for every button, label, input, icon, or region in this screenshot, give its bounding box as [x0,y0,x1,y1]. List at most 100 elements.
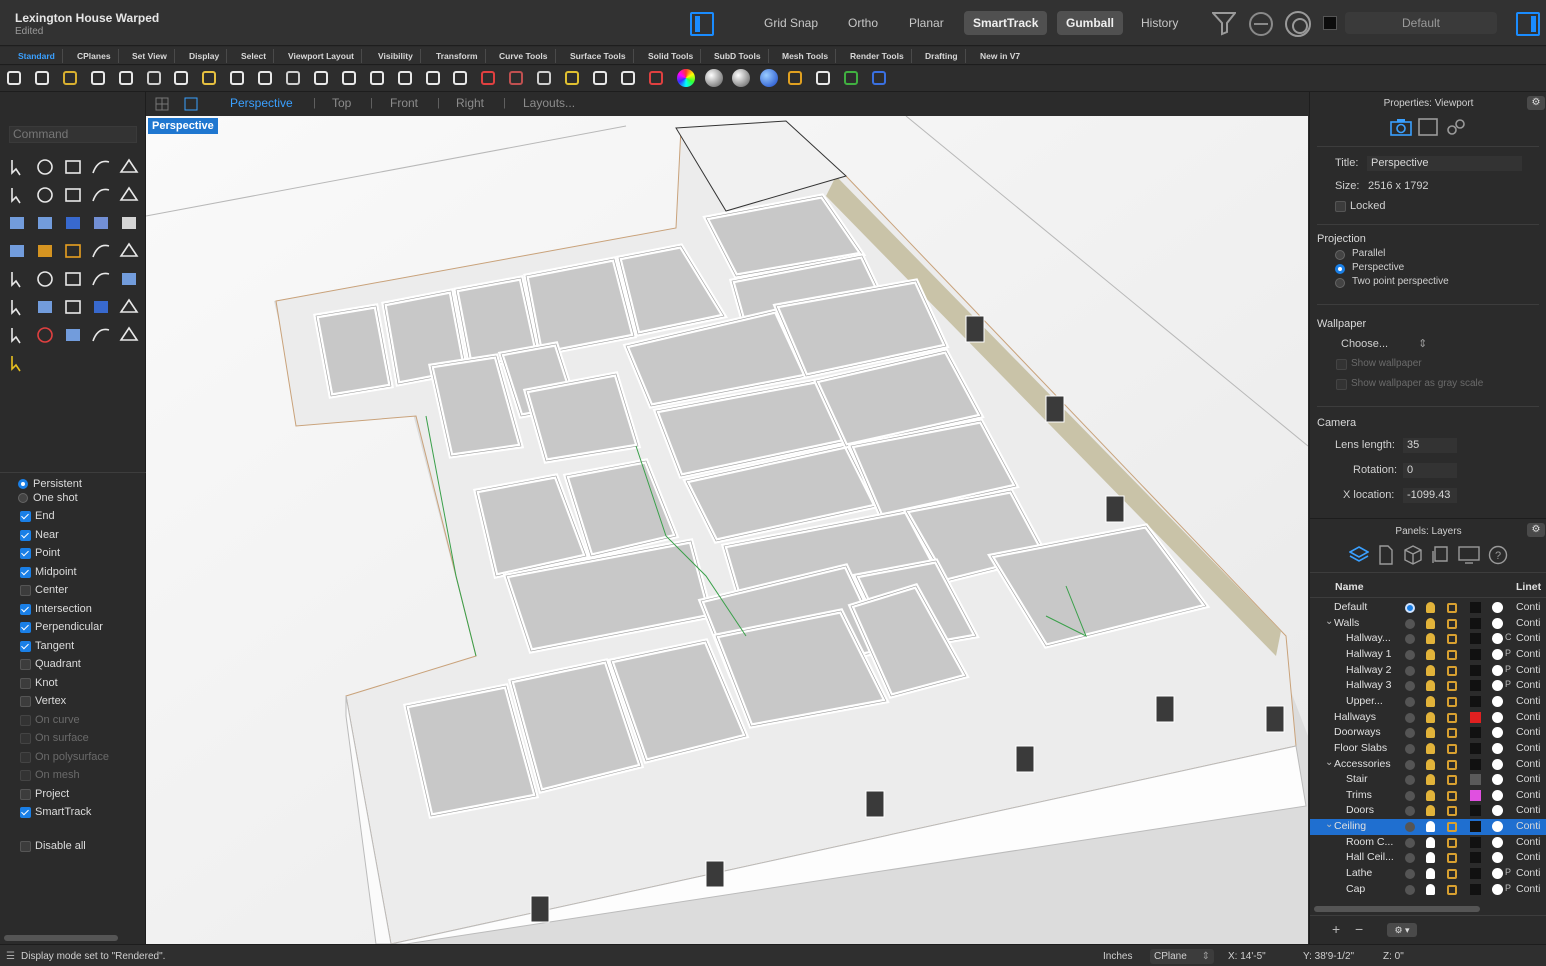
flag-icon[interactable] [788,71,803,85]
tab-transform[interactable]: Transform [429,49,486,63]
left-sidebar-toggle-icon[interactable] [690,12,714,36]
globe-icon[interactable] [844,71,858,85]
wallpaper-choose-select[interactable]: Choose... ⇕ [1341,337,1427,350]
tab-select[interactable]: Select [234,49,275,63]
layer-row[interactable]: Floor Slabs Conti [1310,741,1546,757]
material-swatch[interactable] [1492,774,1503,786]
layer-row[interactable]: Stair Conti [1310,772,1546,788]
layer-row[interactable]: Lathe P Conti [1310,866,1546,882]
viewport-frame-icon[interactable] [1418,118,1438,136]
material-swatch[interactable] [1492,602,1503,613]
zoom-selected-icon[interactable] [397,71,412,85]
current-layer-indicator-icon[interactable] [1405,712,1415,723]
material-swatch[interactable] [1492,648,1503,660]
tab-visibility[interactable]: Visibility [371,49,421,63]
lightbulb-icon[interactable] [1426,633,1435,645]
viewport-tab-top[interactable]: Top [332,96,351,110]
current-layer-indicator-icon[interactable] [1405,806,1415,817]
help-icon[interactable] [871,71,886,85]
mesh-icon[interactable] [34,324,56,346]
layer-color-swatch[interactable] [1470,633,1481,645]
material-swatch[interactable] [1492,821,1503,833]
layer-color-swatch[interactable] [1470,617,1481,629]
lock-icon[interactable] [1447,806,1457,817]
layer-row[interactable]: Hallway 1 P Conti [1310,647,1546,663]
tab-cplanes[interactable]: CPlanes [70,49,119,63]
sphere-icon[interactable] [90,212,112,234]
lens-length-field[interactable]: 35 [1403,438,1457,453]
explode-icon[interactable] [34,240,56,262]
lightbulb-icon[interactable] [1426,617,1435,629]
rotation-field[interactable]: 0 [1403,463,1457,478]
join-icon[interactable] [118,240,140,262]
layer-row[interactable]: Hall Ceil... Conti [1310,850,1546,866]
dimension-icon[interactable] [816,71,831,85]
material-swatch[interactable] [1492,727,1503,739]
material-swatch[interactable] [1492,789,1503,801]
lock-icon[interactable] [1447,603,1457,613]
osnap-one-shot-radio[interactable]: One shot [18,490,78,506]
orient-icon[interactable] [62,296,84,318]
layer-row[interactable]: Doorways Conti [1310,725,1546,741]
layer-color-swatch[interactable] [1470,821,1481,833]
point-icon[interactable] [34,156,56,178]
analyze-icon[interactable] [118,324,140,346]
current-layer-indicator-icon[interactable] [1405,743,1415,754]
lightbulb-icon[interactable] [1426,868,1435,880]
lightbulb-icon[interactable] [1426,821,1435,833]
current-layer-indicator-icon[interactable] [1405,665,1415,676]
select-icon[interactable] [6,156,28,178]
cut-icon[interactable] [146,71,161,85]
single-viewport-icon[interactable] [184,97,198,111]
display-icon[interactable] [1458,545,1480,565]
cplane-select[interactable]: CPlane ⇕ [1150,949,1214,964]
tab-surface-tools[interactable]: Surface Tools [563,49,634,63]
current-layer-indicator-icon[interactable] [1405,681,1415,692]
current-layer-indicator-icon[interactable] [1405,728,1415,739]
lightbulb-icon[interactable] [1426,742,1435,754]
layer-row[interactable]: Hallways Conti [1310,710,1546,726]
cube-icon[interactable] [90,296,112,318]
material-swatch[interactable] [1492,711,1503,723]
gumball-button[interactable]: Gumball [1057,11,1124,35]
projection-two-point-radio[interactable]: Two point perspective [1335,276,1449,288]
osnap-end-checkbox[interactable]: End [20,508,55,524]
split-icon[interactable] [90,240,112,262]
layer-row[interactable]: ⌄ Ceiling Conti [1310,819,1546,835]
material-swatch[interactable] [1492,617,1503,629]
tab-drafting[interactable]: Drafting [918,49,966,63]
planar-button[interactable]: Planar [900,11,953,35]
viewport-title-label[interactable]: Perspective [148,118,218,134]
current-layer-indicator-icon[interactable] [1405,696,1415,707]
layer-color-swatch[interactable] [1470,727,1481,739]
layers-linetype-header[interactable]: Linet [1516,581,1541,593]
lightbulb-icon[interactable] [1426,758,1435,770]
current-layer-indicator-icon[interactable] [1405,837,1415,848]
osnap-knot-checkbox[interactable]: Knot [20,675,58,691]
mirror-icon[interactable] [90,268,112,290]
grid-icon[interactable] [6,324,28,346]
polyline-icon[interactable] [62,156,84,178]
left-panel-scrollbar[interactable] [4,935,118,941]
command-input[interactable]: Command [9,126,137,143]
layer-color-swatch[interactable] [1470,695,1481,707]
document-icon[interactable] [1378,545,1394,565]
polygon-icon[interactable] [90,184,112,206]
lock-icon[interactable] [1447,869,1457,880]
osnap-point-checkbox[interactable]: Point [20,545,60,561]
osnap-perpendicular-checkbox[interactable]: Perpendicular [20,619,103,635]
lock-icon[interactable] [1447,853,1457,864]
cylinder-icon[interactable] [118,212,140,234]
osnap-on-polysurface-checkbox[interactable]: On polysurface [20,749,109,765]
layer-row[interactable]: Room C... Conti [1310,835,1546,851]
blue-sphere-icon[interactable] [760,69,779,87]
osnap-near-checkbox[interactable]: Near [20,527,59,543]
layer-row[interactable]: Hallway 3 P Conti [1310,678,1546,694]
current-layer-select[interactable]: Default [1345,12,1497,34]
four-viewports-icon[interactable] [155,97,169,111]
show-wallpaper-checkbox[interactable]: Show wallpaper [1336,358,1422,370]
layer-color-swatch[interactable] [1470,680,1481,692]
lock-icon[interactable] [1447,775,1457,786]
layer-color-swatch[interactable] [1470,648,1481,660]
current-layer-indicator-icon[interactable] [1405,775,1415,786]
